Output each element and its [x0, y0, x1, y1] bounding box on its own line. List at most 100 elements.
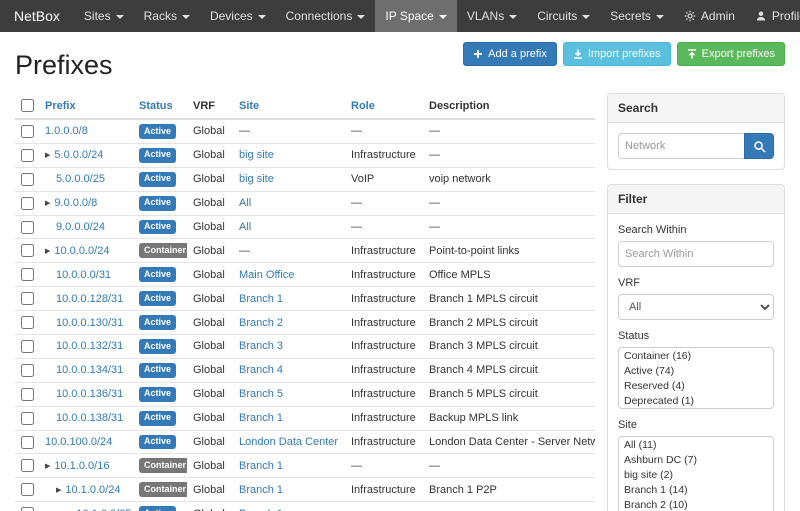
- listbox-option[interactable]: big site (2): [619, 467, 773, 482]
- listbox-option[interactable]: Container (16): [619, 348, 773, 363]
- role-value: —: [345, 502, 423, 511]
- row-checkbox[interactable]: [21, 292, 34, 305]
- col-header-role[interactable]: Role: [345, 93, 423, 119]
- add-prefix-button[interactable]: Add a prefix: [463, 42, 557, 66]
- row-checkbox[interactable]: [21, 459, 34, 472]
- listbox-option[interactable]: Deprecated (1): [619, 393, 773, 408]
- site-link[interactable]: Branch 3: [239, 340, 283, 352]
- site-label: Site: [618, 419, 774, 431]
- expand-arrow-icon[interactable]: ▶: [45, 463, 50, 470]
- prefix-link[interactable]: 9.0.0.0/24: [56, 221, 105, 233]
- row-checkbox[interactable]: [21, 436, 34, 449]
- listbox-option[interactable]: Active (74): [619, 363, 773, 378]
- status-badge: Active: [139, 148, 176, 163]
- status-listbox[interactable]: Container (16)Active (74)Reserved (4)Dep…: [618, 347, 774, 409]
- magnifier-icon: [753, 140, 766, 153]
- site-link[interactable]: Branch 2: [239, 317, 283, 329]
- prefix-link[interactable]: 10.0.0.128/31: [56, 293, 123, 305]
- nav-item-ip-space[interactable]: IP Space: [375, 0, 456, 32]
- vrf-select[interactable]: All: [618, 294, 774, 320]
- row-checkbox[interactable]: [21, 507, 34, 511]
- site-link[interactable]: Main Office: [239, 269, 294, 281]
- prefix-link[interactable]: 5.0.0.0/25: [56, 173, 105, 185]
- listbox-option[interactable]: Reserved (4): [619, 378, 773, 393]
- nav-item-profile[interactable]: Profile: [745, 0, 800, 32]
- nav-item-connections[interactable]: Connections: [276, 0, 376, 32]
- site-link[interactable]: Branch 1: [239, 412, 283, 424]
- prefix-link[interactable]: 10.0.0.134/31: [56, 364, 123, 376]
- nav-item-vlans[interactable]: VLANs: [457, 0, 527, 32]
- export-prefixes-button[interactable]: Export prefixes: [677, 42, 785, 66]
- row-checkbox[interactable]: [21, 316, 34, 329]
- col-header-status[interactable]: Status: [133, 93, 187, 119]
- site-link[interactable]: London Data Center: [239, 436, 338, 448]
- vrf-value: Global: [187, 406, 233, 430]
- expand-arrow-icon[interactable]: ▶: [56, 487, 61, 494]
- expand-arrow-icon[interactable]: ▶: [45, 200, 50, 207]
- row-checkbox[interactable]: [21, 244, 34, 257]
- site-link[interactable]: All: [239, 221, 251, 233]
- prefix-link[interactable]: 10.0.0.136/31: [56, 388, 123, 400]
- row-checkbox[interactable]: [21, 197, 34, 210]
- row-checkbox[interactable]: [21, 125, 34, 138]
- site-link[interactable]: All: [239, 197, 251, 209]
- status-badge: Container: [139, 243, 187, 258]
- prefix-link[interactable]: 9.0.0.0/8: [54, 197, 97, 209]
- row-checkbox[interactable]: [21, 483, 34, 496]
- search-within-input[interactable]: [618, 241, 774, 267]
- row-checkbox[interactable]: [21, 364, 34, 377]
- expand-arrow-icon[interactable]: ▶: [45, 248, 50, 255]
- caret-down-icon: [116, 15, 124, 19]
- site-link[interactable]: Branch 1: [239, 460, 283, 472]
- gear-icon: [684, 10, 696, 22]
- row-checkbox[interactable]: [21, 412, 34, 425]
- search-input[interactable]: [618, 133, 745, 159]
- prefix-link[interactable]: 10.0.0.138/31: [56, 412, 123, 424]
- select-all-checkbox[interactable]: [21, 99, 34, 112]
- import-prefixes-button[interactable]: Import prefixes: [563, 42, 671, 66]
- prefix-link[interactable]: 10.1.0.0/16: [54, 460, 109, 472]
- prefix-link[interactable]: 5.0.0.0/24: [54, 149, 103, 161]
- prefix-link[interactable]: 1.0.0.0/8: [45, 125, 88, 137]
- listbox-option[interactable]: Ashburn DC (7): [619, 452, 773, 467]
- row-checkbox[interactable]: [21, 149, 34, 162]
- nav-label: Racks: [144, 9, 177, 23]
- prefix-link[interactable]: 10.0.100.0/24: [45, 436, 112, 448]
- prefix-link[interactable]: 10.0.0.0/24: [54, 245, 109, 257]
- row-checkbox[interactable]: [21, 221, 34, 234]
- site-link[interactable]: Branch 1: [239, 484, 283, 496]
- row-checkbox[interactable]: [21, 388, 34, 401]
- search-button[interactable]: [744, 133, 774, 159]
- listbox-option[interactable]: Branch 1 (14): [619, 482, 773, 497]
- prefix-link[interactable]: 10.1.0.0/24: [65, 484, 120, 496]
- prefix-link[interactable]: 10.0.0.132/31: [56, 340, 123, 352]
- brand[interactable]: NetBox: [0, 0, 74, 32]
- row-checkbox[interactable]: [21, 340, 34, 353]
- site-link[interactable]: Branch 4: [239, 364, 283, 376]
- prefix-link[interactable]: 10.0.0.0/31: [56, 269, 111, 281]
- col-header-prefix[interactable]: Prefix: [39, 93, 133, 119]
- site-link[interactable]: big site: [239, 173, 274, 185]
- row-checkbox[interactable]: [21, 268, 34, 281]
- nav-item-racks[interactable]: Racks: [134, 0, 200, 32]
- listbox-option[interactable]: All (11): [619, 437, 773, 452]
- nav-item-devices[interactable]: Devices: [200, 0, 276, 32]
- nav-item-admin[interactable]: Admin: [674, 0, 745, 32]
- nav-item-secrets[interactable]: Secrets: [600, 0, 674, 32]
- site-link[interactable]: big site: [239, 149, 274, 161]
- nav-label: Connections: [286, 9, 353, 23]
- nav-item-circuits[interactable]: Circuits: [527, 0, 600, 32]
- col-header-site[interactable]: Site: [233, 93, 345, 119]
- empty-dash: —: [351, 197, 362, 209]
- expand-arrow-icon[interactable]: ▶: [45, 152, 50, 159]
- status-label: Status: [618, 330, 774, 342]
- site-listbox[interactable]: All (11)Ashburn DC (7)big site (2)Branch…: [618, 436, 774, 511]
- listbox-option[interactable]: Branch 2 (10): [619, 497, 773, 511]
- role-value: Infrastructure: [345, 430, 423, 454]
- nav-item-sites[interactable]: Sites: [74, 0, 134, 32]
- site-link[interactable]: Branch 5: [239, 388, 283, 400]
- prefix-link[interactable]: 10.0.0.130/31: [56, 317, 123, 329]
- site-link[interactable]: Branch 1: [239, 293, 283, 305]
- row-checkbox[interactable]: [21, 173, 34, 186]
- vrf-value: Global: [187, 191, 233, 215]
